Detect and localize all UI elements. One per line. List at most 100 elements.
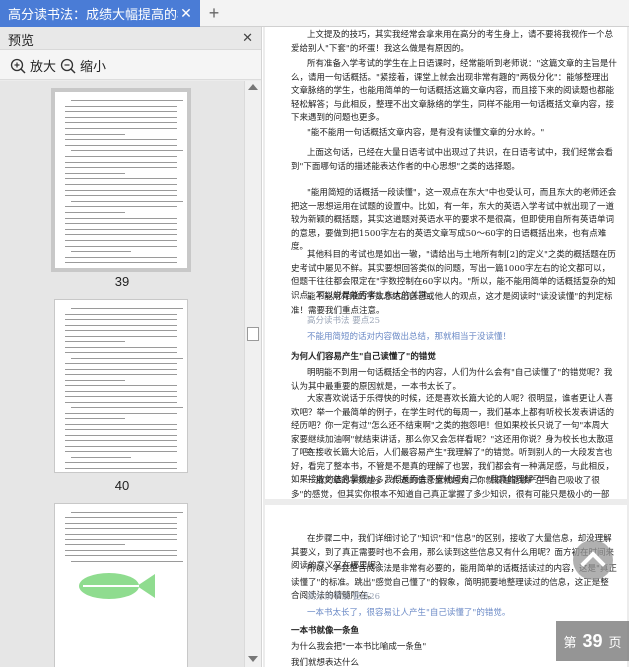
close-tab-icon[interactable]: ✕	[178, 5, 194, 21]
page-indicator-number: 39	[582, 630, 603, 651]
thumbnail-text-line	[65, 528, 177, 530]
thumbnail-text-line	[65, 161, 177, 163]
thumbnail-text-line	[65, 172, 125, 174]
thumbnail-text-line	[65, 139, 177, 141]
paragraph: "能不能用一句话概括文章内容，是有没有读懂文章的分水岭。"	[307, 128, 545, 138]
thumbnail-text-line	[65, 539, 177, 540]
thumbnail-text-line	[71, 251, 131, 253]
thumbnail-text-line	[65, 144, 177, 146]
thumbnail-text-line	[65, 379, 125, 381]
tab-title: 高分读书法：成绩大幅提高的秘	[8, 7, 178, 22]
zoom-toolbar: 放大 缩小	[0, 50, 261, 80]
thumbnail-page-39[interactable]	[51, 88, 191, 272]
thumbnail-text-line	[65, 401, 177, 403]
page-indicator-suffix: 页	[608, 634, 622, 650]
page-indicator: 第 39 页	[556, 621, 629, 661]
thumbnail-text-line	[65, 256, 177, 258]
document-page-39: 上文提及的技巧，其实我经常会拿来用在高分的考生身上，请不要将我视作一个总爱给别人…	[265, 27, 627, 499]
thumbnail-text-line	[71, 560, 183, 562]
thumbnail-text-line	[65, 240, 177, 241]
paragraph: 明明能不到用一句话概括全书的内容，人们为什么会有"自己读懂了"的错觉呢？我认为其…	[291, 368, 613, 392]
paragraph: 上文提及的技巧，其实我经常会拿来用在高分的考生身上，请不要将我视作一个总爱给别人…	[291, 30, 614, 54]
thumbnail-text-line	[65, 324, 177, 326]
thumbnail-text-line	[65, 533, 177, 535]
thumbnail-text-line	[65, 228, 177, 230]
thumbnail-text-line	[65, 429, 177, 430]
thumbnail-text-line	[71, 456, 131, 458]
thumbnail-text-line	[65, 462, 177, 463]
thumbnail-text-line	[65, 352, 177, 353]
thumbnail-text-line	[65, 330, 177, 331]
thumbnail-text-line	[65, 549, 177, 551]
thumbnail-text-line	[65, 262, 177, 264]
thumbnail-text-line	[65, 434, 177, 436]
thumbnail-text-line	[65, 346, 177, 348]
thumbnail-text-line	[65, 206, 177, 208]
thumbnail-text-line	[65, 544, 125, 546]
zoom-out-button[interactable]: 缩小	[60, 56, 106, 75]
thumbnail-text-line	[65, 122, 177, 124]
thumbnail-text-line	[65, 445, 177, 447]
thumbnail-text-line	[71, 512, 183, 513]
zoom-out-icon	[60, 58, 76, 74]
thumbnail-text-line	[65, 105, 177, 107]
thumbnail-list: 39 40	[0, 81, 244, 667]
thumbnail-text-line	[71, 200, 183, 202]
thumbnail-text-line	[65, 517, 177, 519]
thumbnail-page-40[interactable]	[54, 299, 188, 473]
thumbnail-text-line	[65, 335, 177, 337]
scrollbar-thumb[interactable]	[247, 327, 259, 341]
paragraph: 所有准备入学考试的学生在上日语课时，经常能听到老师说："这篇文章的主旨是什么，请…	[291, 59, 617, 123]
thumbnail-text-line	[65, 396, 177, 397]
thumbnail-text-line	[71, 100, 183, 101]
zoom-out-label: 缩小	[80, 59, 107, 74]
thumbnail-text-line	[65, 374, 177, 375]
thumbnail-text-line	[65, 423, 177, 425]
key-point-heading: 高分读书法 要点26	[307, 592, 381, 602]
thumbnail-text-line	[65, 133, 125, 135]
thumbnail-text-line	[65, 451, 177, 452]
thumbnail-text-line	[71, 357, 183, 359]
thumbnail-text-line	[65, 368, 177, 370]
thumbnail-text-line	[65, 418, 125, 419]
page-indicator-prefix: 第	[563, 634, 577, 650]
scroll-down-arrow-icon[interactable]	[248, 656, 258, 662]
preview-sidebar: 预览 ✕ 放大 缩小 39 40	[0, 27, 262, 667]
thumbnail-text-line	[65, 341, 125, 342]
thumbnail-text-line	[65, 467, 177, 469]
zoom-in-button[interactable]: 放大	[10, 56, 56, 75]
thumbnail-page-41[interactable]	[54, 503, 188, 667]
thumbnail-text-line	[65, 195, 177, 197]
new-tab-button[interactable]: +	[204, 3, 224, 23]
thumbnail-text-line	[65, 223, 177, 225]
thumbnail-text-line	[71, 150, 183, 152]
zoom-in-icon	[10, 58, 26, 74]
thumbnail-text-line	[65, 412, 177, 414]
thumbnail-text-line	[65, 313, 177, 315]
key-point-text: 不能用简短的话对内容做出总结，那就相当于没读懂！	[307, 332, 512, 342]
thumbnail-text-line	[65, 319, 177, 320]
thumbnail-text-line	[65, 555, 177, 557]
sidebar-close-icon[interactable]: ✕	[242, 30, 253, 46]
key-point-text: 一本书太长了，很容易让人产生"自己读懂了"的错觉。	[307, 608, 511, 618]
thumbnail-text-line	[65, 217, 177, 219]
paragraph: 上面这句话，已经在大量日语考试中出现过了共识，在日语考试中，我们经常会看到"下面…	[291, 148, 614, 172]
thumbnail-text-line	[65, 440, 177, 441]
thumbnail-text-line	[65, 245, 177, 247]
zoom-in-label: 放大	[30, 59, 57, 74]
document-tab[interactable]: 高分读书法：成绩大幅提高的秘 ✕	[0, 0, 200, 27]
document-viewer: 上文提及的技巧，其实我经常会拿来用在高分的考生身上，请不要将我视作一个总爱给别人…	[263, 27, 629, 667]
sidebar-scrollbar[interactable]	[244, 81, 261, 667]
sidebar-title: 预览	[8, 33, 35, 48]
scroll-up-arrow-icon[interactable]	[248, 84, 258, 90]
thumbnail-text-line	[65, 212, 125, 213]
thumbnail-text-line	[65, 363, 177, 364]
back-to-top-button[interactable]	[573, 540, 613, 580]
thumbnail-text-line	[65, 111, 177, 113]
thumbnail-text-line	[71, 407, 183, 408]
thumbnail-text-line	[65, 156, 177, 157]
fish-diagram-thumbnail	[79, 573, 155, 599]
thumbnail-text-line	[65, 128, 177, 129]
thumbnail-text-line	[65, 184, 177, 185]
thumbnail-text-line	[65, 390, 177, 392]
